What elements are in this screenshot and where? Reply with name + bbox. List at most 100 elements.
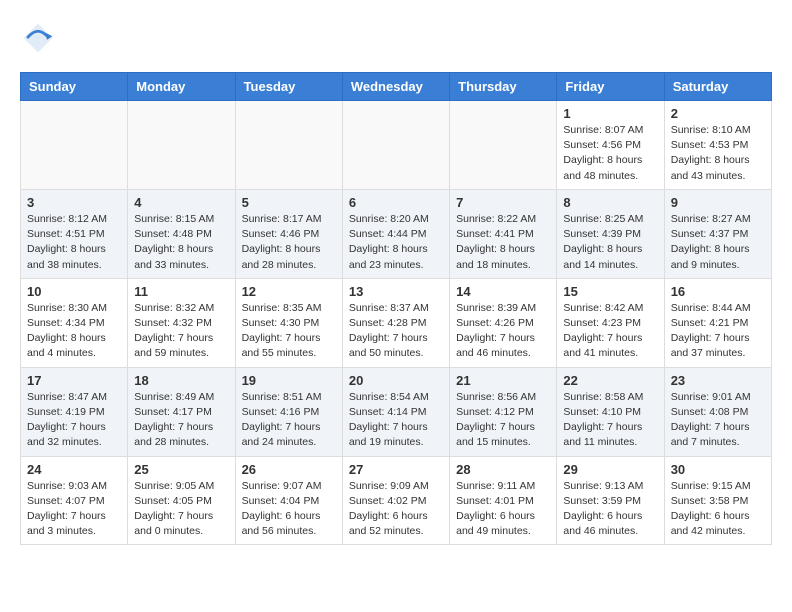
weekday-header-saturday: Saturday — [664, 73, 771, 101]
day-info: Sunrise: 8:17 AM Sunset: 4:46 PM Dayligh… — [242, 212, 336, 273]
day-info: Sunrise: 9:13 AM Sunset: 3:59 PM Dayligh… — [563, 479, 657, 540]
calendar-day-cell: 10 Sunrise: 8:30 AM Sunset: 4:34 PM Dayli… — [21, 278, 128, 367]
calendar-table: SundayMondayTuesdayWednesdayThursdayFrid… — [20, 72, 772, 545]
day-info: Sunrise: 8:49 AM Sunset: 4:17 PM Dayligh… — [134, 390, 228, 451]
day-info: Sunrise: 8:42 AM Sunset: 4:23 PM Dayligh… — [563, 301, 657, 362]
day-number: 23 — [671, 373, 765, 388]
day-number: 22 — [563, 373, 657, 388]
calendar-week-row: 24Sunrise: 9:03 AM Sunset: 4:07 PM Dayli… — [21, 456, 772, 545]
calendar-day-cell: 23Sunrise: 9:01 AM Sunset: 4:08 PM Dayli… — [664, 367, 771, 456]
calendar-day-cell: 26 Sunrise: 9:07 AM Sunset: 4:04 PM Dayli… — [235, 456, 342, 545]
calendar-day-cell: 22 Sunrise: 8:58 AM Sunset: 4:10 PM Dayli… — [557, 367, 664, 456]
calendar-week-row: 3 Sunrise: 8:12 AM Sunset: 4:51 PM Daylig… — [21, 189, 772, 278]
day-info: Sunrise: 8:12 AM Sunset: 4:51 PM Dayligh… — [27, 212, 121, 273]
day-number: 1 — [563, 106, 657, 121]
logo-icon — [20, 20, 56, 56]
weekday-header-sunday: Sunday — [21, 73, 128, 101]
day-number: 4 — [134, 195, 228, 210]
day-info: Sunrise: 8:27 AM Sunset: 4:37 PM Dayligh… — [671, 212, 765, 273]
calendar-header-row: SundayMondayTuesdayWednesdayThursdayFrid… — [21, 73, 772, 101]
calendar-day-cell: 9 Sunrise: 8:27 AM Sunset: 4:37 PM Daylig… — [664, 189, 771, 278]
calendar-week-row: 17 Sunrise: 8:47 AM Sunset: 4:19 PM Dayli… — [21, 367, 772, 456]
calendar-day-cell: 17 Sunrise: 8:47 AM Sunset: 4:19 PM Dayli… — [21, 367, 128, 456]
calendar-day-cell: 8 Sunrise: 8:25 AM Sunset: 4:39 PM Daylig… — [557, 189, 664, 278]
calendar-week-row: 10 Sunrise: 8:30 AM Sunset: 4:34 PM Dayli… — [21, 278, 772, 367]
day-info: Sunrise: 8:39 AM Sunset: 4:26 PM Dayligh… — [456, 301, 550, 362]
calendar-day-cell: 6 Sunrise: 8:20 AM Sunset: 4:44 PM Daylig… — [342, 189, 449, 278]
day-number: 16 — [671, 284, 765, 299]
day-number: 29 — [563, 462, 657, 477]
day-number: 10 — [27, 284, 121, 299]
day-info: Sunrise: 9:11 AM Sunset: 4:01 PM Dayligh… — [456, 479, 550, 540]
day-info: Sunrise: 8:20 AM Sunset: 4:44 PM Dayligh… — [349, 212, 443, 273]
calendar-day-cell — [21, 101, 128, 190]
calendar-day-cell: 18 Sunrise: 8:49 AM Sunset: 4:17 PM Dayli… — [128, 367, 235, 456]
calendar-day-cell: 1 Sunrise: 8:07 AM Sunset: 4:56 PM Daylig… — [557, 101, 664, 190]
day-number: 26 — [242, 462, 336, 477]
day-number: 14 — [456, 284, 550, 299]
day-number: 25 — [134, 462, 228, 477]
calendar-day-cell: 24Sunrise: 9:03 AM Sunset: 4:07 PM Dayli… — [21, 456, 128, 545]
calendar-day-cell — [235, 101, 342, 190]
calendar-day-cell: 29 Sunrise: 9:13 AM Sunset: 3:59 PM Dayli… — [557, 456, 664, 545]
day-info: Sunrise: 8:35 AM Sunset: 4:30 PM Dayligh… — [242, 301, 336, 362]
day-info: Sunrise: 8:47 AM Sunset: 4:19 PM Dayligh… — [27, 390, 121, 451]
weekday-header-wednesday: Wednesday — [342, 73, 449, 101]
day-info: Sunrise: 9:07 AM Sunset: 4:04 PM Dayligh… — [242, 479, 336, 540]
calendar-day-cell — [128, 101, 235, 190]
logo — [20, 20, 62, 56]
day-number: 8 — [563, 195, 657, 210]
day-number: 19 — [242, 373, 336, 388]
day-number: 6 — [349, 195, 443, 210]
day-number: 18 — [134, 373, 228, 388]
day-info: Sunrise: 9:09 AM Sunset: 4:02 PM Dayligh… — [349, 479, 443, 540]
day-number: 5 — [242, 195, 336, 210]
calendar-day-cell: 2 Sunrise: 8:10 AM Sunset: 4:53 PM Daylig… — [664, 101, 771, 190]
day-number: 9 — [671, 195, 765, 210]
day-number: 21 — [456, 373, 550, 388]
calendar-day-cell: 28 Sunrise: 9:11 AM Sunset: 4:01 PM Dayli… — [450, 456, 557, 545]
calendar-day-cell: 15 Sunrise: 8:42 AM Sunset: 4:23 PM Dayli… — [557, 278, 664, 367]
calendar-day-cell — [450, 101, 557, 190]
day-number: 13 — [349, 284, 443, 299]
day-number: 3 — [27, 195, 121, 210]
calendar-day-cell: 20 Sunrise: 8:54 AM Sunset: 4:14 PM Dayli… — [342, 367, 449, 456]
calendar-day-cell: 25Sunrise: 9:05 AM Sunset: 4:05 PM Dayli… — [128, 456, 235, 545]
calendar-week-row: 1 Sunrise: 8:07 AM Sunset: 4:56 PM Daylig… — [21, 101, 772, 190]
day-number: 20 — [349, 373, 443, 388]
day-number: 11 — [134, 284, 228, 299]
day-number: 28 — [456, 462, 550, 477]
weekday-header-thursday: Thursday — [450, 73, 557, 101]
calendar-day-cell: 5 Sunrise: 8:17 AM Sunset: 4:46 PM Daylig… — [235, 189, 342, 278]
day-info: Sunrise: 8:56 AM Sunset: 4:12 PM Dayligh… — [456, 390, 550, 451]
day-info: Sunrise: 9:15 AM Sunset: 3:58 PM Dayligh… — [671, 479, 765, 540]
calendar-day-cell: 7 Sunrise: 8:22 AM Sunset: 4:41 PM Daylig… — [450, 189, 557, 278]
day-info: Sunrise: 8:30 AM Sunset: 4:34 PM Dayligh… — [27, 301, 121, 362]
day-info: Sunrise: 8:58 AM Sunset: 4:10 PM Dayligh… — [563, 390, 657, 451]
weekday-header-friday: Friday — [557, 73, 664, 101]
day-number: 24 — [27, 462, 121, 477]
weekday-header-monday: Monday — [128, 73, 235, 101]
calendar-day-cell: 30Sunrise: 9:15 AM Sunset: 3:58 PM Dayli… — [664, 456, 771, 545]
calendar-day-cell: 19 Sunrise: 8:51 AM Sunset: 4:16 PM Dayli… — [235, 367, 342, 456]
day-info: Sunrise: 8:51 AM Sunset: 4:16 PM Dayligh… — [242, 390, 336, 451]
day-info: Sunrise: 8:15 AM Sunset: 4:48 PM Dayligh… — [134, 212, 228, 273]
day-info: Sunrise: 8:22 AM Sunset: 4:41 PM Dayligh… — [456, 212, 550, 273]
calendar-day-cell — [342, 101, 449, 190]
weekday-header-tuesday: Tuesday — [235, 73, 342, 101]
day-number: 17 — [27, 373, 121, 388]
day-info: Sunrise: 8:25 AM Sunset: 4:39 PM Dayligh… — [563, 212, 657, 273]
day-info: Sunrise: 8:07 AM Sunset: 4:56 PM Dayligh… — [563, 123, 657, 184]
day-info: Sunrise: 8:54 AM Sunset: 4:14 PM Dayligh… — [349, 390, 443, 451]
calendar-day-cell: 13Sunrise: 8:37 AM Sunset: 4:28 PM Dayli… — [342, 278, 449, 367]
calendar-day-cell: 14 Sunrise: 8:39 AM Sunset: 4:26 PM Dayli… — [450, 278, 557, 367]
day-number: 7 — [456, 195, 550, 210]
day-number: 2 — [671, 106, 765, 121]
calendar-day-cell: 16 Sunrise: 8:44 AM Sunset: 4:21 PM Dayli… — [664, 278, 771, 367]
day-number: 15 — [563, 284, 657, 299]
day-info: Sunrise: 8:44 AM Sunset: 4:21 PM Dayligh… — [671, 301, 765, 362]
day-info: Sunrise: 8:10 AM Sunset: 4:53 PM Dayligh… — [671, 123, 765, 184]
calendar-day-cell: 11Sunrise: 8:32 AM Sunset: 4:32 PM Dayli… — [128, 278, 235, 367]
page-header — [20, 20, 772, 56]
day-number: 27 — [349, 462, 443, 477]
